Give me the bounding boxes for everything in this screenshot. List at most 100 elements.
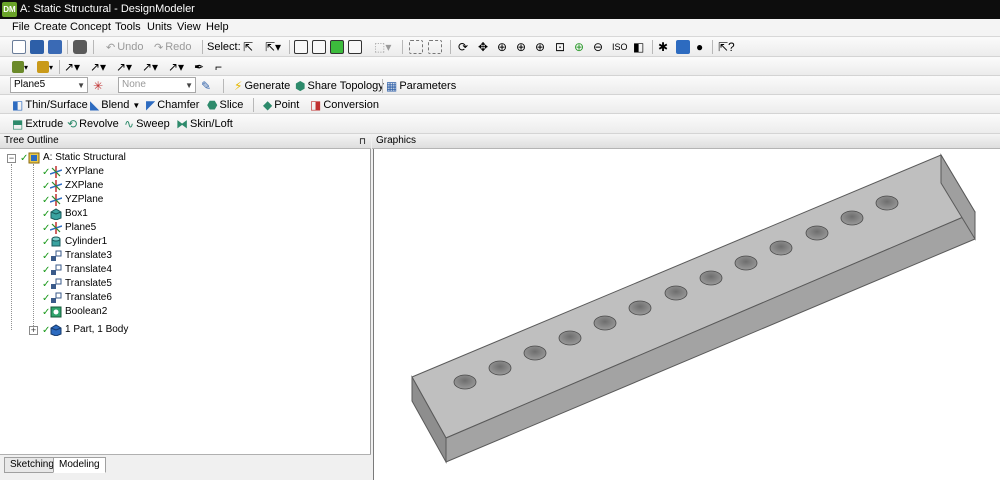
menu-view[interactable]: View (177, 21, 201, 33)
chevron-down-icon: ▼ (185, 81, 193, 90)
select-body-icon[interactable] (348, 40, 362, 54)
select-face-icon[interactable] (330, 40, 344, 54)
select-edge-icon[interactable] (312, 40, 326, 54)
menu-file[interactable]: File (12, 21, 30, 33)
menu-create[interactable]: Create (34, 21, 67, 33)
tree-expand-toggle[interactable]: + (29, 326, 38, 335)
plane-icon (50, 222, 62, 234)
thin-surface-button[interactable]: ◧ Thin/Surface (12, 97, 88, 113)
display-point-icon[interactable]: ● (696, 39, 703, 55)
translate-icon (51, 264, 62, 275)
share-topology-button[interactable]: ⬢ Share Topology (295, 78, 384, 94)
toolbar-sketch: ▾ ▾ ↗▾ ↗▾ ↗▾ ↗▾ ↗▾ ✒ ⌐ (0, 57, 1000, 76)
menu-concept[interactable]: Concept (70, 21, 111, 33)
zoom-in-icon[interactable]: ⊕ (574, 39, 584, 55)
screenshot-icon[interactable] (73, 40, 87, 54)
chevron-down-icon: ▼ (132, 100, 141, 110)
box-icon (50, 208, 62, 220)
undo-icon: ↶ (106, 41, 116, 54)
point-button[interactable]: ◆ Point (263, 97, 299, 113)
box-zoom-icon[interactable]: ⊕ (516, 39, 526, 55)
revolve-button[interactable]: ⟲ Revolve (67, 116, 119, 132)
save-as-icon[interactable] (48, 40, 62, 54)
sweep-button[interactable]: ∿ Sweep (124, 116, 170, 132)
redo-button[interactable]: ↷ Redo (154, 39, 192, 55)
undo-button[interactable]: ↶ Undo (106, 39, 144, 55)
chevron-down-icon: ▼ (77, 81, 85, 90)
select-filter-icon[interactable]: ⇱▾ (265, 39, 281, 55)
chamfer-button[interactable]: ◤ Chamfer (146, 97, 199, 113)
menu-units[interactable]: Units (147, 21, 172, 33)
previous-view-icon[interactable]: ◧ (633, 39, 644, 55)
select-point-icon[interactable] (294, 40, 308, 54)
edge-color-icon[interactable] (37, 61, 49, 73)
help-pointer-icon[interactable]: ⇱? (718, 39, 735, 55)
menu-tools[interactable]: Tools (115, 21, 141, 33)
title-bar: DM A: Static Structural - DesignModeler (0, 0, 1000, 19)
zoom-out-icon[interactable]: ⊖ (593, 39, 603, 55)
share-topology-icon: ⬢ (295, 79, 306, 93)
panel-tabs: Sketching Modeling (0, 454, 371, 480)
toolbar-main: ↶ Undo ↷ Redo Select: ⇱ ⇱▾ ⬚▾ ⟳ ✥ ⊕ ⊕ ⊕ ⊡ … (0, 37, 1000, 57)
pin-tool-icon[interactable]: ✒ (194, 59, 204, 75)
sketch-tool-3-icon[interactable]: ↗▾ (116, 59, 132, 75)
toolbar-plane: Plane5 ▼ ✳ None ▼ ✎ ⚡ Generate ⬢ Share Topol… (0, 76, 1000, 95)
generate-button[interactable]: ⚡ Generate (234, 78, 290, 94)
zoom-fit-icon[interactable]: ⊕ (535, 39, 545, 55)
plane-select[interactable]: Plane5 ▼ (10, 77, 88, 93)
box-select-icon[interactable] (428, 40, 442, 54)
graphics-viewport[interactable] (373, 149, 1000, 480)
triad-icon[interactable]: ✱ (658, 39, 668, 55)
select-all-icon[interactable] (409, 40, 423, 54)
pin-icon[interactable]: ⊓ (359, 134, 366, 148)
parameters-button[interactable]: ▦ Parameters (386, 78, 456, 94)
tab-modeling[interactable]: Modeling (53, 457, 106, 473)
menu-bar: File Create Concept Tools Units View Hel… (0, 19, 1000, 37)
save-icon[interactable] (30, 40, 44, 54)
pan-icon[interactable]: ✥ (478, 39, 488, 55)
tree-connector (11, 164, 12, 330)
extend-selection-icon[interactable]: ⬚▾ (374, 39, 391, 55)
sketch-select[interactable]: None ▼ (118, 77, 196, 93)
tab-sketching[interactable]: Sketching (4, 457, 60, 473)
slice-button[interactable]: ⬣ Slice (207, 97, 243, 113)
plane-icon (50, 180, 62, 192)
skin-loft-icon: ⧓ (176, 117, 188, 131)
translate-icon (51, 292, 62, 303)
tree-outline-panel: Tree Outline ⊓ − ✓ A: Static Structural … (0, 134, 371, 480)
bar-with-holes-model (411, 153, 976, 464)
pointer-tool-icon[interactable]: ⌐ (215, 59, 222, 75)
blend-icon: ◣ (90, 98, 100, 112)
sweep-icon: ∿ (124, 117, 135, 131)
new-sketch-icon[interactable]: ✎ (201, 78, 211, 94)
lightning-icon: ⚡ (234, 79, 243, 93)
sketch-tool-4-icon[interactable]: ↗▾ (142, 59, 158, 75)
skin-loft-button[interactable]: ⧓ Skin/Loft (176, 116, 233, 132)
sketch-tool-5-icon[interactable]: ↗▾ (168, 59, 184, 75)
menu-help[interactable]: Help (206, 21, 229, 33)
sketch-tool-2-icon[interactable]: ↗▾ (90, 59, 106, 75)
magnifier-icon[interactable]: ⊡ (555, 39, 565, 55)
display-model-icon[interactable] (676, 40, 690, 54)
select-mode-icon[interactable]: ⇱ (243, 39, 253, 55)
new-plane-icon[interactable]: ✳ (93, 78, 103, 94)
zoom-icon[interactable]: ⊕ (497, 39, 507, 55)
sketch-tool-1-icon[interactable]: ↗▾ (64, 59, 80, 75)
new-icon[interactable] (12, 40, 26, 54)
blend-button[interactable]: ◣ Blend ▼ (90, 97, 140, 113)
tree-connector (33, 164, 34, 332)
slice-icon: ⬣ (207, 98, 218, 112)
conversion-button[interactable]: ◨ Conversion (310, 97, 379, 113)
chamfer-icon: ◤ (146, 98, 156, 112)
tree-collapse-toggle[interactable]: − (7, 154, 16, 163)
iso-view-icon[interactable]: ISO (612, 39, 628, 55)
plane-icon (50, 166, 62, 178)
boolean-icon (50, 306, 62, 318)
conversion-icon: ◨ (310, 98, 322, 112)
rotate-icon[interactable]: ⟳ (458, 39, 468, 55)
model-icon (28, 152, 40, 164)
extrude-icon: ⬒ (12, 117, 24, 131)
face-color-icon[interactable] (12, 61, 24, 73)
cylinder-icon (51, 236, 61, 247)
extrude-button[interactable]: ⬒ Extrude (12, 116, 63, 132)
